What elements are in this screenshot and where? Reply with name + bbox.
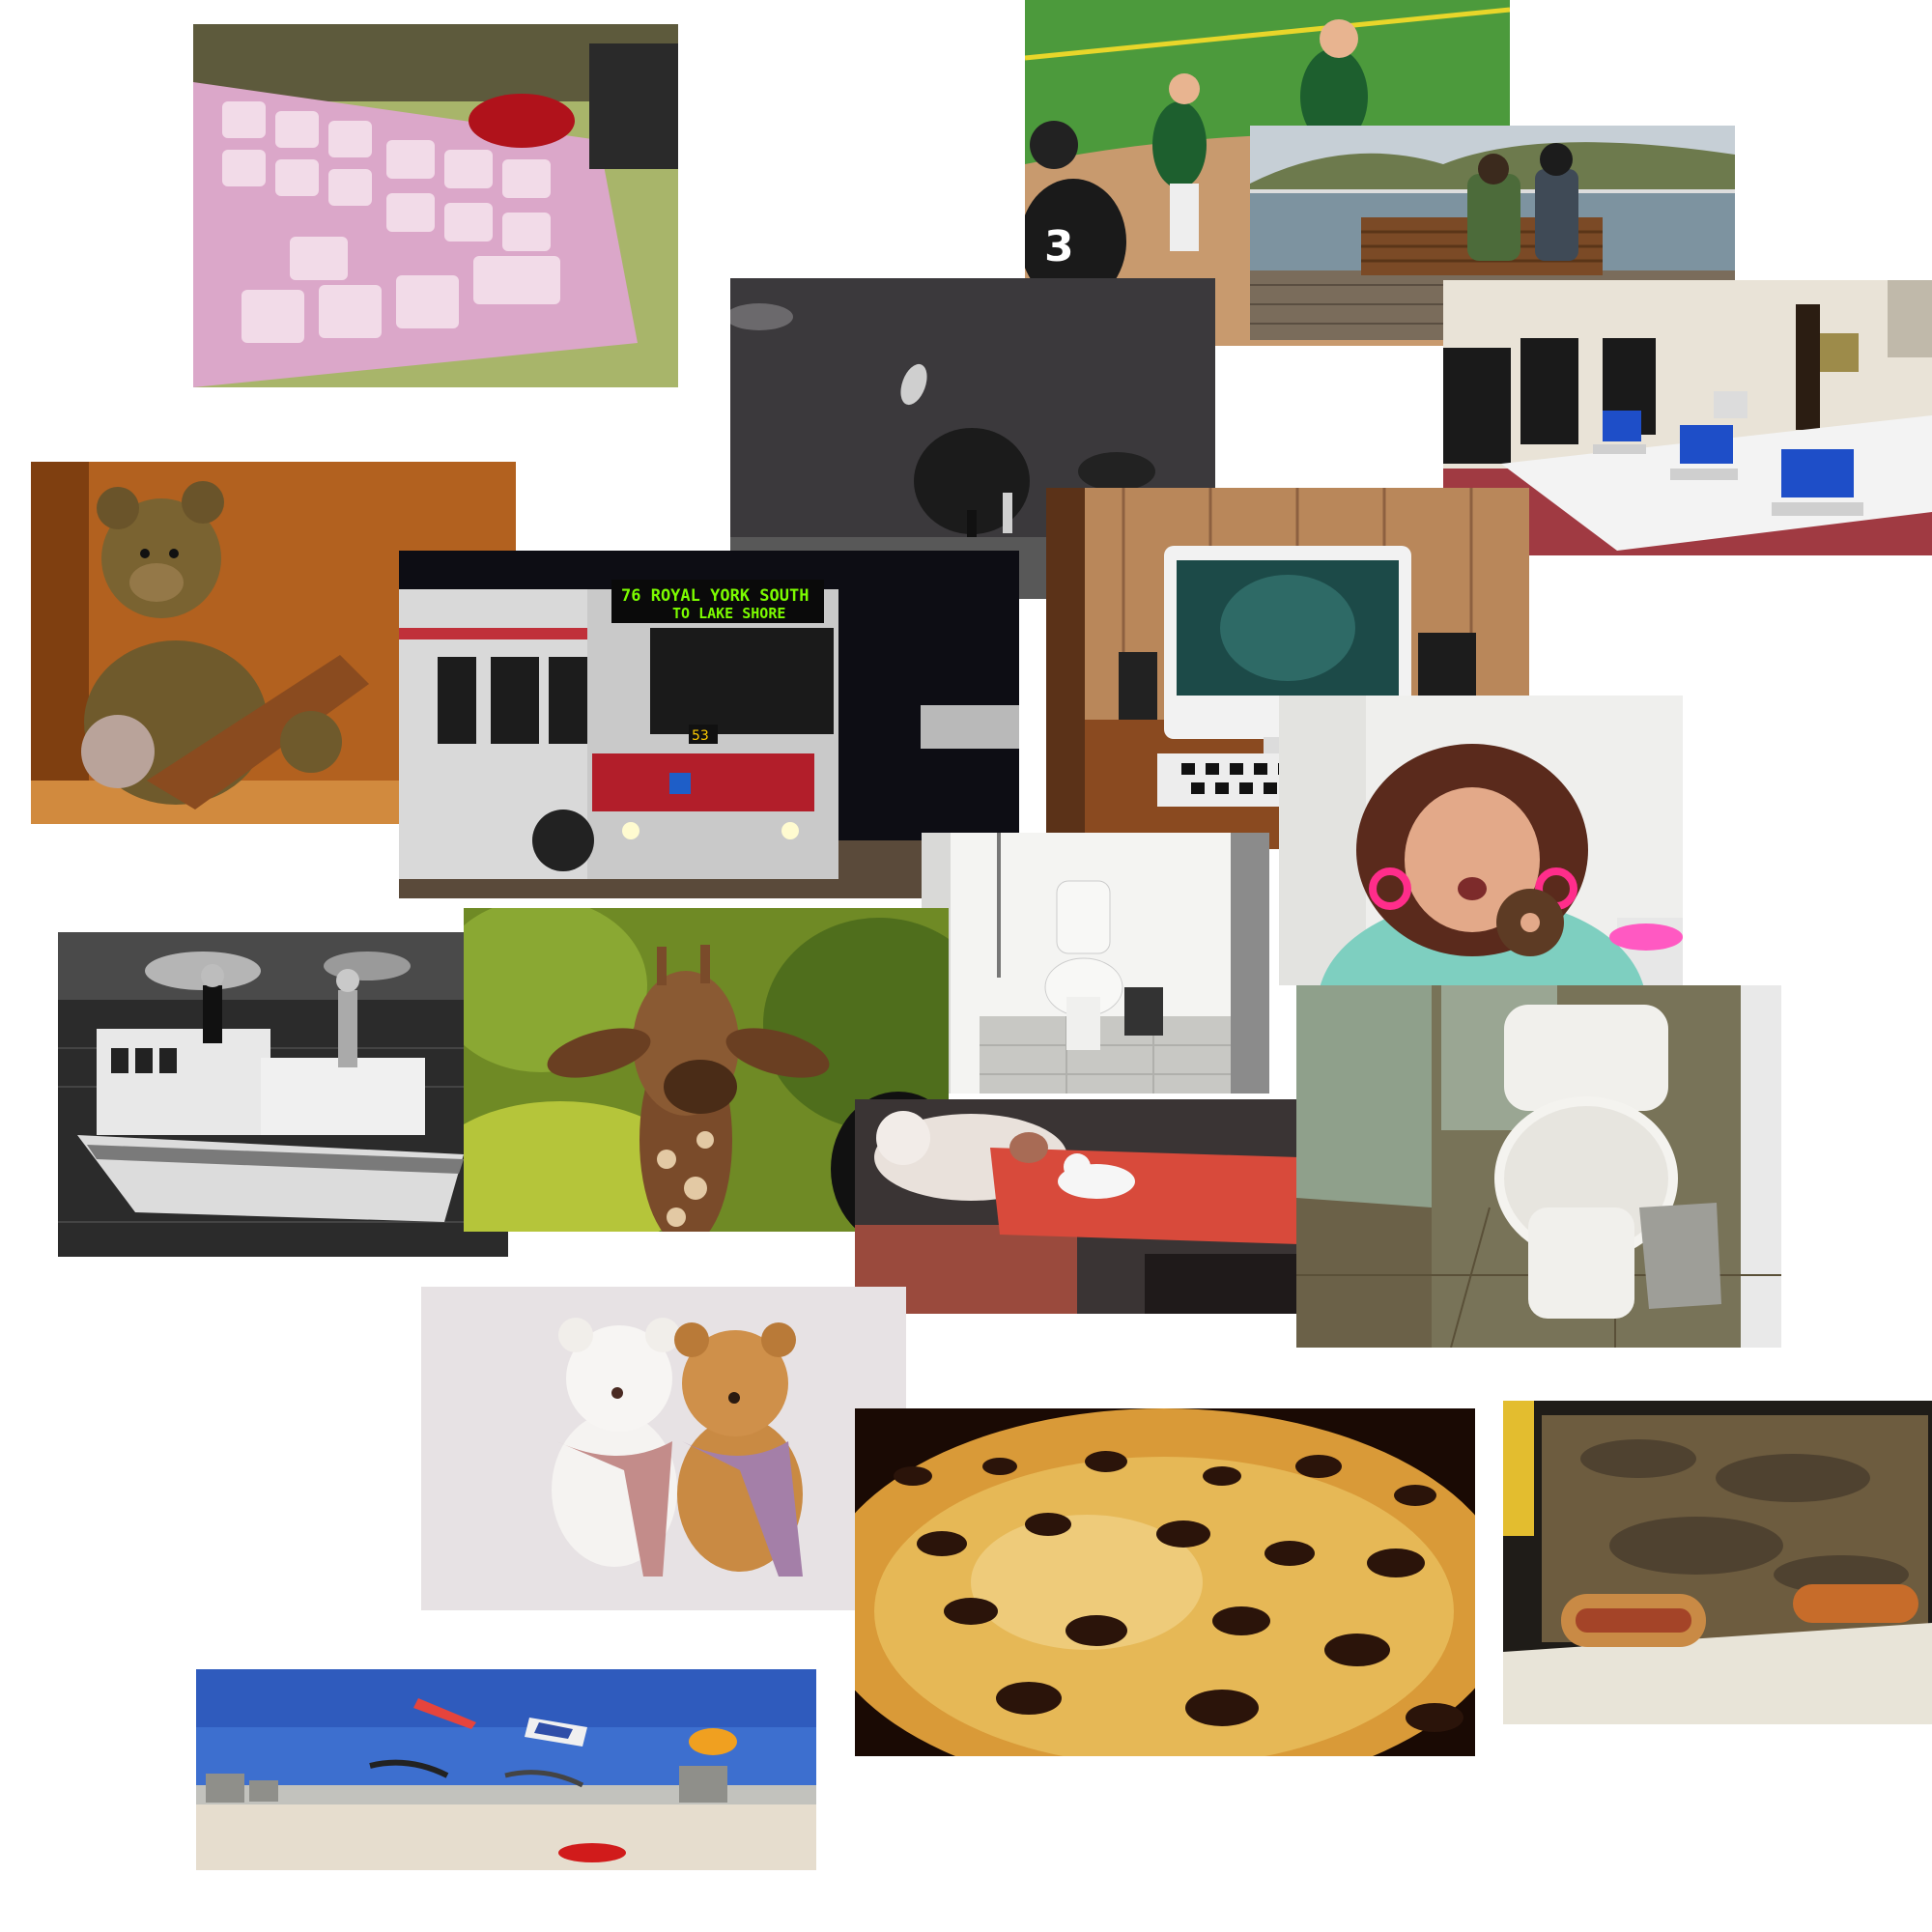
photo-keyboard <box>193 24 678 387</box>
photo-toilet-small <box>922 833 1269 1094</box>
bus-sign-line1: 76 ROYAL YORK SOUTH <box>621 586 809 606</box>
photo-woman-donut <box>1279 696 1683 985</box>
photo-toilet-large <box>1296 985 1781 1348</box>
route-badge: 53 <box>692 728 709 744</box>
photo-boat <box>58 932 508 1257</box>
photo-collage: 3 76 ROYAL YORK SOUTH TO LAKE SHORE 53 <box>0 0 1932 1932</box>
bus-sign-line2: TO LAKE SHORE <box>672 605 785 622</box>
photo-hotdogs <box>1503 1401 1932 1724</box>
jersey-number: 3 <box>1044 222 1074 271</box>
photo-cat-lap <box>855 1099 1299 1314</box>
photo-bears <box>421 1287 906 1610</box>
photo-kites <box>196 1669 816 1870</box>
photo-pizza <box>855 1408 1475 1756</box>
